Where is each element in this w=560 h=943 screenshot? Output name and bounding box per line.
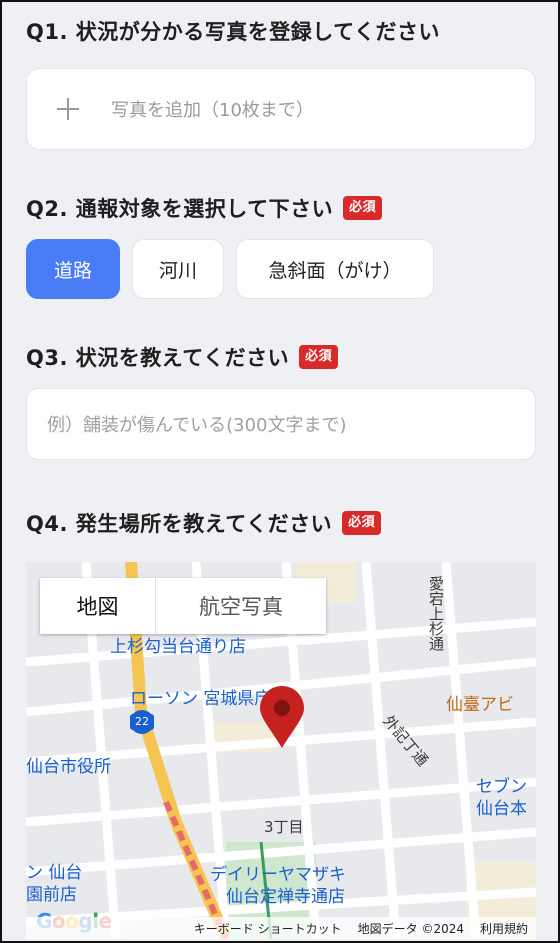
q3-title: Q3. 状況を教えてください 必須 (26, 342, 339, 372)
option-road[interactable]: 道路 (26, 239, 120, 299)
route-22-badge: 22 (130, 714, 154, 730)
q2-title: Q2. 通報対象を選択して下さい 必須 (26, 193, 383, 223)
terms-link[interactable]: 利用規約 (480, 920, 528, 937)
map-label-sendai-abi: 仙臺アビ (446, 695, 514, 715)
q1-title-text: Q1. 状況が分かる写真を登録してください (26, 20, 440, 44)
keyboard-shortcuts-link[interactable]: キーボード ショートカット (194, 920, 342, 937)
map-tab-aerial[interactable]: 航空写真 (156, 578, 326, 634)
q3-title-text: Q3. 状況を教えてください (26, 346, 290, 370)
plus-icon (57, 98, 79, 120)
target-options: 道路 河川 急斜面（がけ） (26, 239, 434, 299)
map-type-toggle: 地図 航空写真 (40, 578, 326, 634)
map-label-street1: 愛宕上杉通 (427, 576, 445, 651)
map-label-yamazaki2: 仙台定禅寺通店 (226, 887, 345, 907)
required-badge: 必須 (299, 345, 339, 369)
option-slope[interactable]: 急斜面（がけ） (236, 239, 434, 299)
add-photo-button[interactable]: 写真を追加（10枚まで） (26, 68, 536, 150)
map-label-chome: 3丁目 (264, 818, 304, 836)
location-map[interactable]: 地図 航空写真 上杉勾当台通り店 ローソン 宮城県庁店 仙台市役所 愛宕上杉通 … (26, 562, 536, 939)
q1-title: Q1. 状況が分かる写真を登録してください (26, 16, 440, 46)
situation-input[interactable]: 例）舗装が傷んでいる(300文字まで) (26, 388, 536, 460)
map-label-station2: 園前店 (26, 885, 77, 905)
map-tab-map[interactable]: 地図 (40, 578, 156, 634)
location-pin-icon[interactable] (260, 686, 304, 750)
map-footer: キーボード ショートカット 地図データ ©2024 利用規約 (26, 917, 536, 939)
map-label-store1: 上杉勾当台通り店 (110, 637, 246, 657)
q4-title-text: Q4. 発生場所を教えてください (26, 512, 333, 536)
map-label-seven2: 仙台本 (476, 799, 527, 819)
option-river[interactable]: 河川 (132, 239, 224, 299)
required-badge: 必須 (343, 196, 383, 220)
map-data-attribution: 地図データ ©2024 (357, 921, 464, 936)
q2-title-text: Q2. 通報対象を選択して下さい (26, 197, 334, 221)
q4-title: Q4. 発生場所を教えてください 必須 (26, 508, 382, 538)
add-photo-label: 写真を追加（10枚まで） (111, 100, 314, 121)
situation-placeholder: 例）舗装が傷んでいる(300文字まで) (47, 415, 347, 436)
required-badge: 必須 (342, 511, 382, 535)
map-label-city-hall: 仙台市役所 (26, 757, 111, 777)
